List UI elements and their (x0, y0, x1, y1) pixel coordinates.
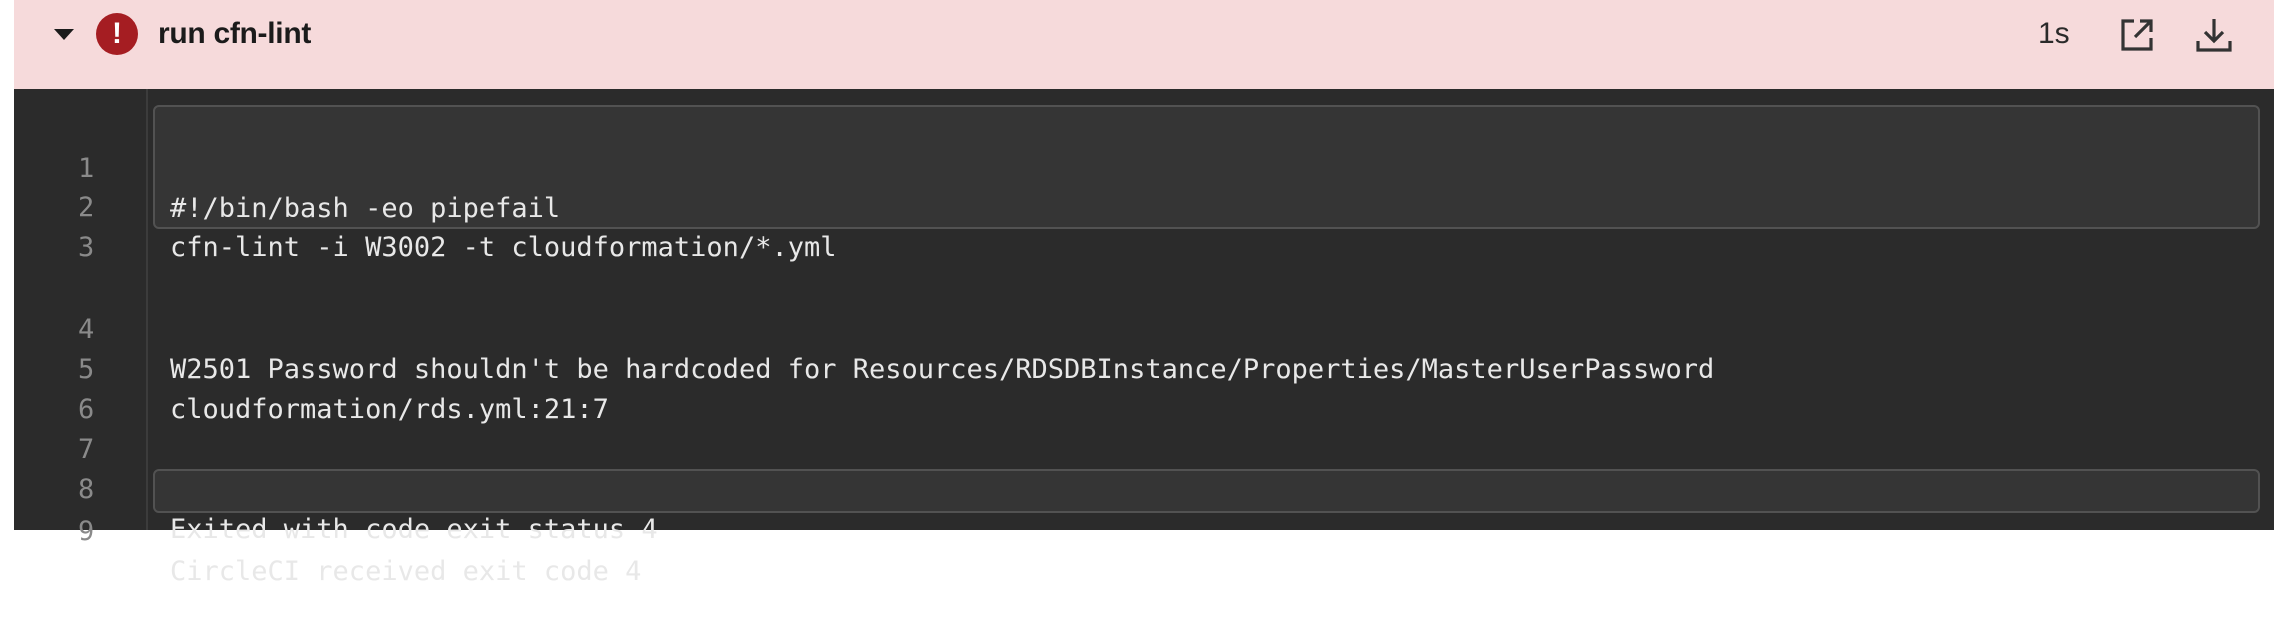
line-text: CircleCI received exit code 4 (170, 556, 642, 587)
external-link-icon (2121, 19, 2153, 51)
step-duration: 1s (2038, 17, 2070, 50)
log-line: 8 Exited with code exit status 4 (14, 430, 2274, 545)
step-header[interactable]: ! run cfn-lint 1s (14, 0, 2274, 89)
step-title: run cfn-lint (158, 17, 312, 50)
log-line: 1 #!/bin/bash -eo pipefail (14, 109, 2274, 224)
error-icon: ! (96, 13, 138, 55)
error-symbol: ! (112, 17, 122, 50)
line-number: 9 (78, 516, 95, 547)
step-panel: ! run cfn-lint 1s 1 #!/bin/bash -eo pipe… (14, 0, 2274, 587)
download-icon (2196, 19, 2232, 52)
download-log-button[interactable] (2189, 10, 2239, 60)
log-line: 5 cloudformation/rds.yml:21:7 (14, 310, 2274, 425)
log-line: 2 cfn-lint -i W3002 -t cloudformation/*.… (14, 148, 2274, 263)
caret-down-icon[interactable] (52, 27, 76, 43)
log-line: 4 W2501 Password shouldn't be hardcoded … (14, 270, 2274, 385)
log-line: 3 (14, 188, 2274, 263)
line-text: Exited with code exit status 4 (170, 514, 658, 545)
log-output[interactable]: 1 #!/bin/bash -eo pipefail 2 cfn-lint -i… (14, 89, 2274, 587)
line-text: cfn-lint -i W3002 -t cloudformation/*.ym… (170, 232, 837, 263)
log-line: 9 CircleCI received exit code 4 (14, 472, 2274, 587)
log-line: 7 (14, 390, 2274, 465)
log-line: 6 (14, 350, 2274, 425)
open-in-new-tab-button[interactable] (2112, 10, 2162, 60)
line-number: 3 (78, 232, 95, 263)
